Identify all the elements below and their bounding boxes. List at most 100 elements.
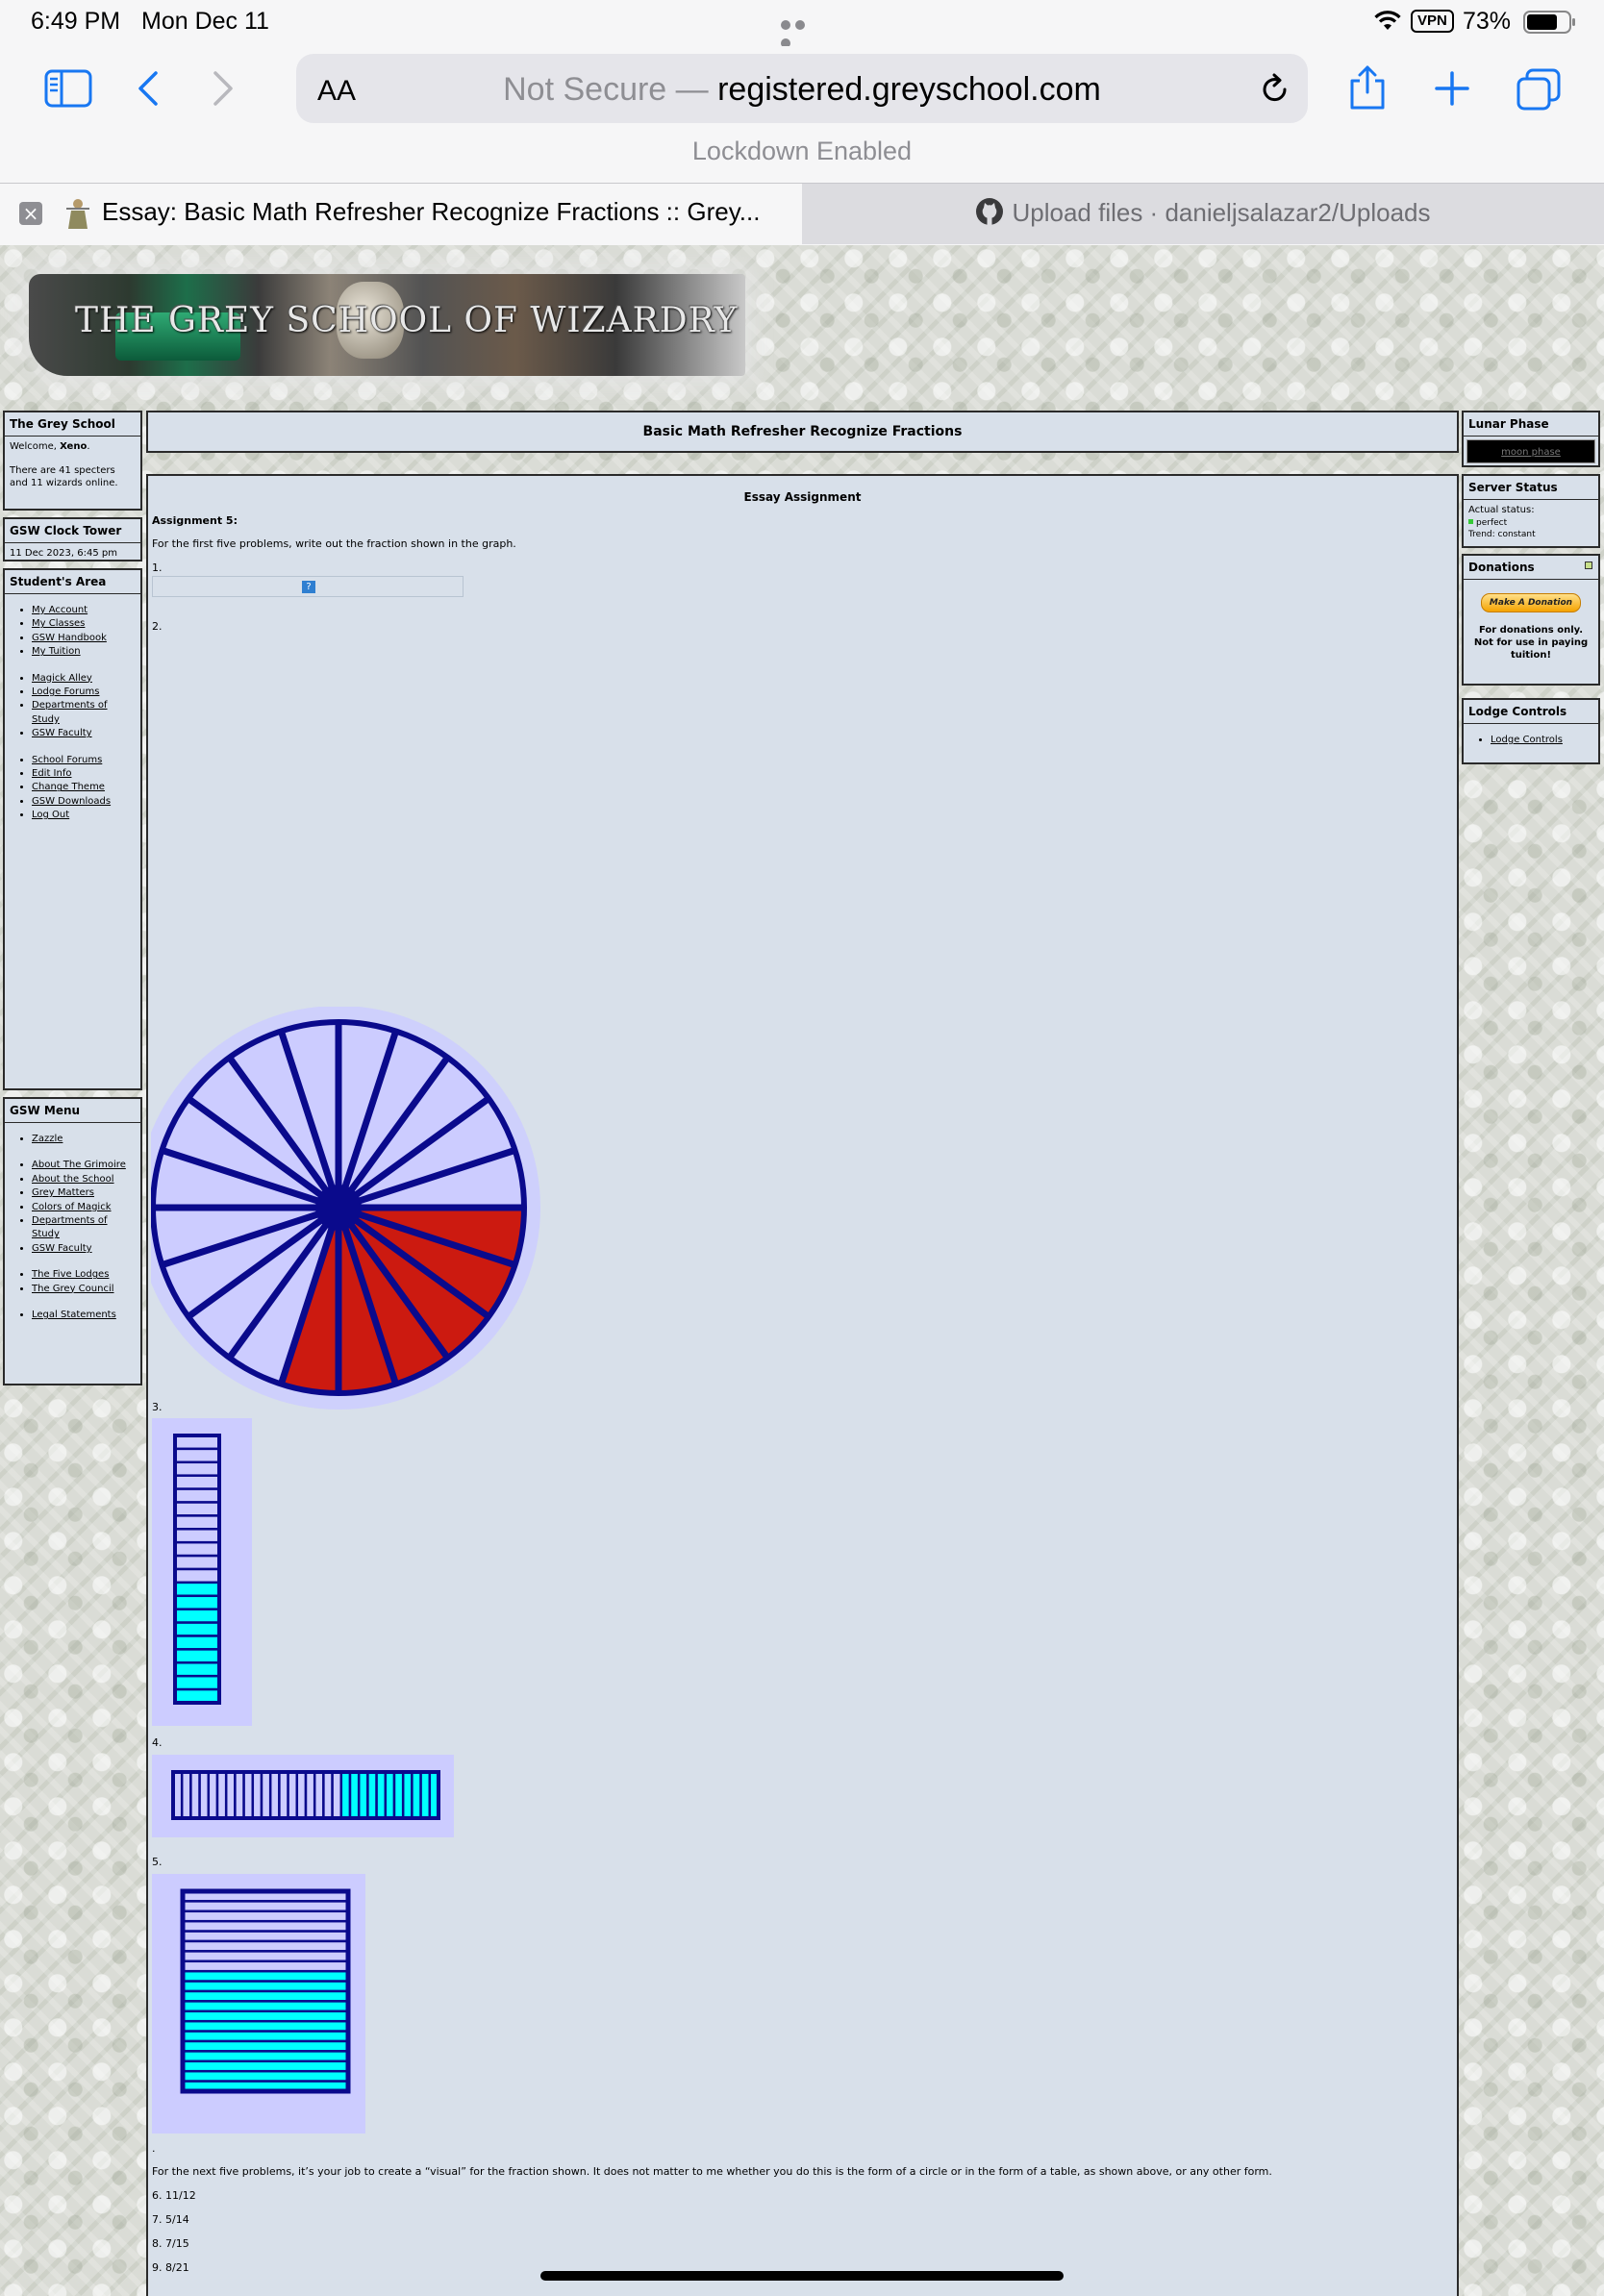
shaded-cell	[375, 1770, 388, 1820]
fraction-problem: 7. 5/14	[152, 2213, 189, 2226]
broken-image-placeholder: ?	[152, 576, 464, 597]
cell	[173, 1514, 221, 1531]
circle-hub	[315, 1185, 362, 1231]
students-area-link[interactable]: Departments of Study	[32, 699, 136, 727]
fraction-problem: 6. 11/12	[152, 2189, 196, 2202]
students-area-link[interactable]: Log Out	[32, 809, 136, 822]
shaded-cell	[357, 1770, 369, 1820]
shaded-row	[181, 1969, 350, 1983]
instructions-text-2: For the next five problems, it’s your jo…	[152, 2165, 1272, 2178]
box-title: GSW Menu	[5, 1099, 140, 1123]
shaded-cell	[339, 1770, 352, 1820]
cell	[173, 1554, 221, 1571]
make-donation-button[interactable]: Make A Donation	[1481, 593, 1581, 612]
cell	[189, 1770, 201, 1820]
tabs-overview-icon[interactable]	[1516, 67, 1562, 112]
fraction-problem: 9. 8/21	[152, 2261, 189, 2274]
cell	[173, 1460, 221, 1477]
gsw-menu-link[interactable]: Grey Matters	[32, 1186, 136, 1200]
gsw-menu-link[interactable]: The Five Lodges	[32, 1268, 136, 1282]
shaded-cell	[173, 1635, 221, 1651]
moon-phase-image[interactable]: moon phase	[1466, 439, 1595, 463]
students-area-link[interactable]: Lodge Forums	[32, 686, 136, 699]
gsw-menu-link[interactable]: Colors of Magick	[32, 1201, 136, 1214]
shaded-row	[181, 2009, 350, 2023]
students-area-link[interactable]: Change Theme	[32, 781, 136, 794]
students-area-link[interactable]: School Forums	[32, 754, 136, 767]
row	[181, 1919, 350, 1933]
broken-image-icon: ?	[302, 581, 315, 593]
server-actual-label: Actual status:	[1468, 505, 1535, 515]
github-icon	[976, 198, 1004, 225]
gsw-menu-link[interactable]: The Grey Council	[32, 1283, 136, 1296]
fraction-row-figure	[152, 1755, 454, 1837]
multitasking-dots-icon[interactable]	[781, 15, 823, 48]
essay-heading: Essay Assignment	[743, 490, 862, 504]
tab-upload-files[interactable]: Upload files · danieljsalazar2/Uploads	[802, 184, 1604, 244]
students-area-link[interactable]: GSW Handbook	[32, 632, 136, 645]
gsw-menu-link[interactable]: GSW Faculty	[32, 1242, 136, 1256]
gsw-menu-box: GSW Menu Zazzle About The GrimoireAbout …	[3, 1097, 142, 1385]
gsw-menu-link[interactable]: Legal Statements	[32, 1309, 136, 1322]
clock-tower-box: GSW Clock Tower 11 Dec 2023, 6:45 pm	[3, 517, 142, 562]
vpn-badge: VPN	[1411, 10, 1454, 33]
shaded-cell	[173, 1608, 221, 1624]
cell	[313, 1770, 325, 1820]
lunar-phase-box: Lunar Phase moon phase	[1462, 411, 1600, 467]
shaded-row	[181, 2019, 350, 2033]
forward-icon[interactable]	[210, 69, 237, 108]
students-area-link[interactable]: Magick Alley	[32, 672, 136, 686]
close-tab-icon[interactable]: ×	[19, 202, 42, 225]
status-dot-icon	[1468, 519, 1473, 524]
row	[181, 1900, 350, 1913]
tab-essay[interactable]: × Essay: Basic Math Refresher Recognize …	[0, 184, 802, 244]
gsw-menu-link[interactable]: Departments of Study	[32, 1214, 136, 1242]
cell	[173, 1501, 221, 1517]
students-area-link[interactable]: GSW Faculty	[32, 727, 136, 740]
minimize-box-icon[interactable]	[1585, 562, 1592, 569]
students-area-link[interactable]: GSW Downloads	[32, 795, 136, 809]
box-title: Lodge Controls	[1464, 700, 1598, 724]
lodge-controls-link[interactable]: Lodge Controls	[1491, 734, 1593, 747]
site-banner[interactable]: THE GREY SCHOOL OF WIZARDRY	[29, 274, 745, 376]
cell	[198, 1770, 211, 1820]
back-icon[interactable]	[135, 69, 162, 108]
students-area-link[interactable]: My Classes	[32, 617, 136, 631]
shaded-row	[181, 2000, 350, 2013]
students-area-link[interactable]: My Tuition	[32, 645, 136, 659]
status-bar: 6:49 PM Mon Dec 11 VPN 73%	[0, 0, 1604, 48]
cell	[173, 1474, 221, 1490]
home-indicator[interactable]	[540, 2271, 1064, 2281]
shaded-cell	[173, 1581, 221, 1598]
problem-label: 5.	[152, 1856, 163, 1868]
box-title: Server Status	[1464, 476, 1598, 500]
cell	[295, 1770, 308, 1820]
url-host: registered.greyschool.com	[717, 71, 1101, 108]
gsw-menu-link[interactable]: About the School	[32, 1173, 136, 1186]
cell	[287, 1770, 299, 1820]
box-title: Donations	[1464, 556, 1598, 580]
gsw-menu-link[interactable]: Zazzle	[32, 1133, 136, 1146]
cell	[234, 1770, 245, 1820]
gsw-menu-link[interactable]: About The Grimoire	[32, 1159, 136, 1172]
cell	[173, 1540, 221, 1558]
students-area-link[interactable]: Edit Info	[32, 767, 136, 781]
problem-label: 2.	[152, 620, 163, 633]
web-page: THE GREY SCHOOL OF WIZARDRY The Grey Sch…	[0, 245, 1604, 2296]
address-bar[interactable]: AA Not Secure — registered.greyschool.co…	[296, 54, 1308, 123]
row	[181, 1909, 350, 1923]
assignment-label: Assignment 5:	[152, 514, 238, 527]
row	[181, 1959, 350, 1973]
share-icon[interactable]	[1346, 63, 1389, 112]
reload-icon[interactable]	[1260, 73, 1291, 106]
url-text[interactable]: Not Secure — registered.greyschool.com	[296, 71, 1308, 109]
cell	[173, 1567, 221, 1585]
cell	[242, 1770, 255, 1820]
cell	[251, 1770, 263, 1820]
students-area-link[interactable]: My Account	[32, 604, 136, 617]
lodge-controls-box: Lodge Controls Lodge Controls	[1462, 698, 1600, 764]
sidebar-icon[interactable]	[44, 69, 92, 108]
new-tab-icon[interactable]	[1433, 69, 1471, 108]
shaded-row	[181, 2059, 350, 2073]
server-status-box: Server Status Actual status: perfect Tre…	[1462, 474, 1600, 548]
